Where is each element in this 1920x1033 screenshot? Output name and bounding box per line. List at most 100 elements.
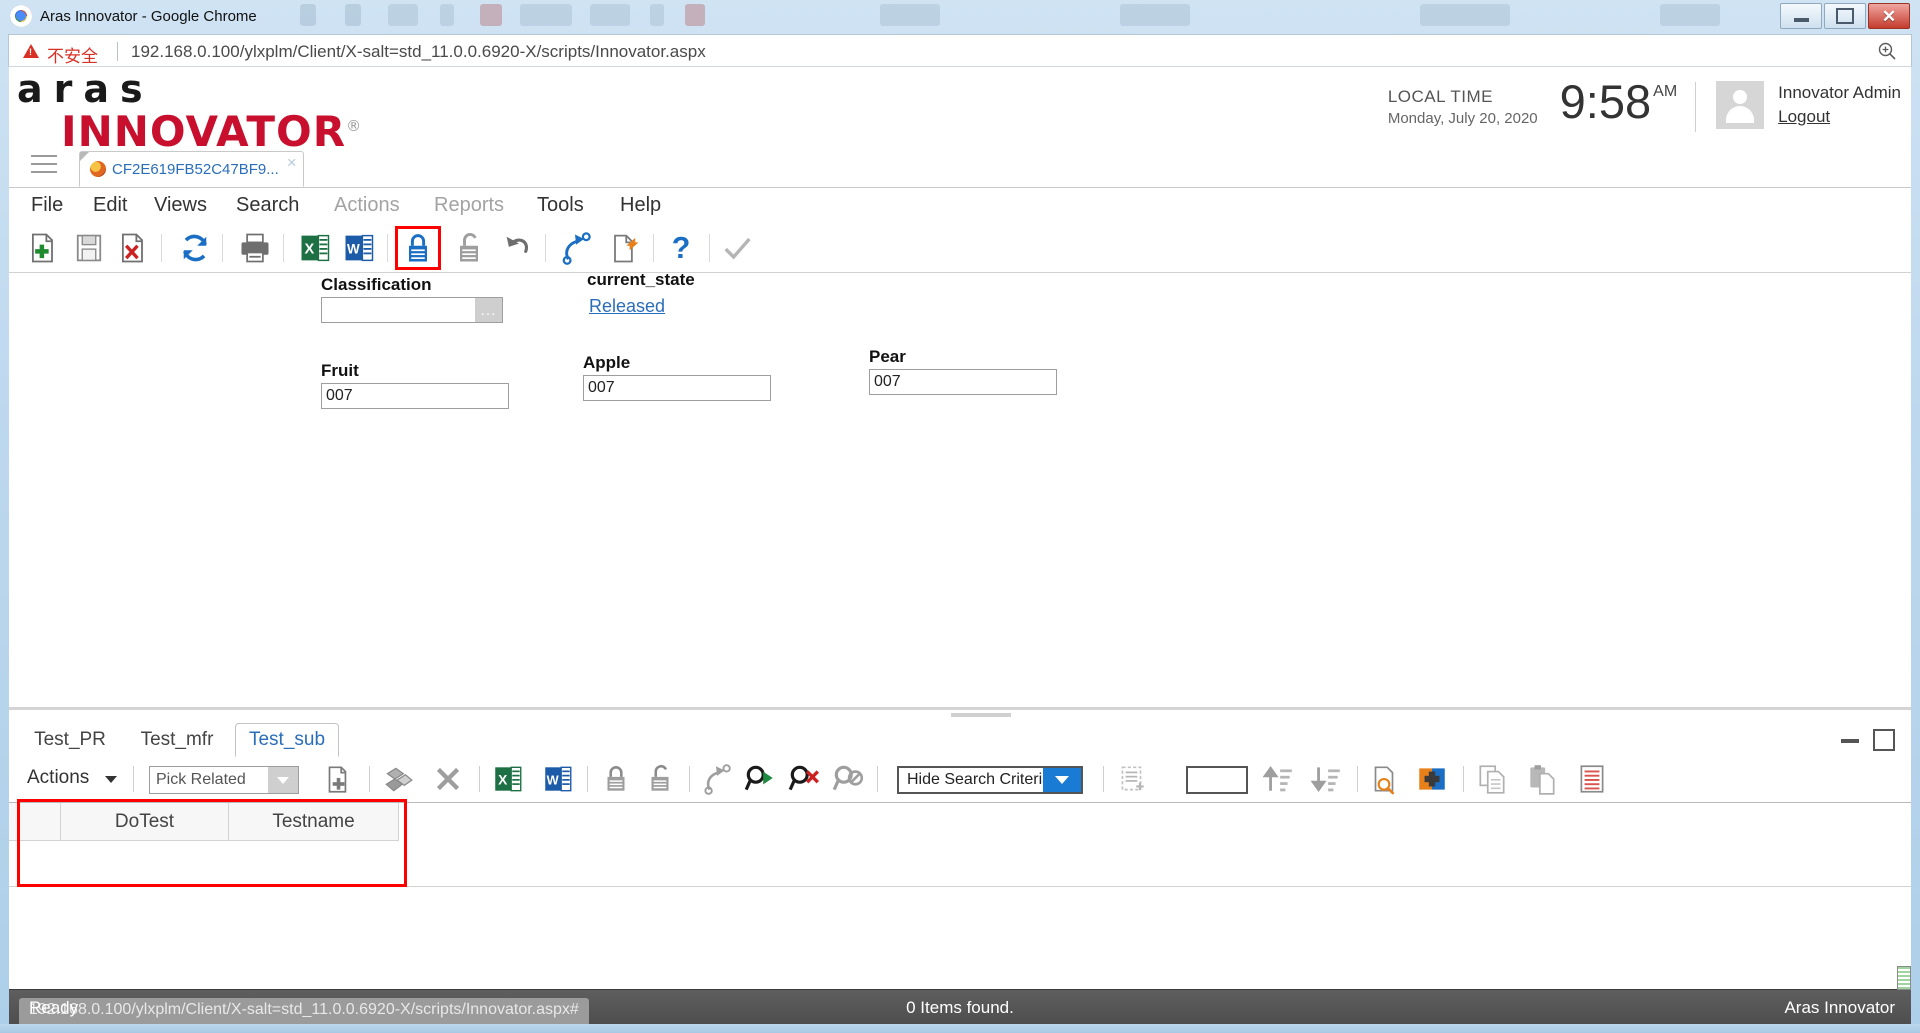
- panel-maximize-icon[interactable]: [1873, 729, 1895, 751]
- chrome-logo-icon: [10, 5, 32, 27]
- clock: 9:58 AM: [1559, 75, 1695, 128]
- promote-icon[interactable]: [557, 230, 593, 266]
- copy-version-icon[interactable]: [606, 230, 642, 266]
- select-page-icon[interactable]: [1115, 762, 1149, 796]
- item-type-icon: [90, 161, 106, 177]
- url-text[interactable]: 192.168.0.100/ylxplm/Client/X-salt=std_1…: [131, 42, 706, 62]
- refresh-icon[interactable]: [177, 230, 213, 266]
- app-root: Aras Innovator - Google Chrome ✕ 不安全 192…: [0, 0, 1920, 1033]
- lock-icon[interactable]: [599, 762, 633, 796]
- window-minimize-button[interactable]: [1780, 3, 1822, 29]
- done-check-icon[interactable]: [719, 230, 755, 266]
- tab-test-pr[interactable]: Test_PR: [25, 723, 115, 757]
- svg-text:X: X: [498, 771, 508, 787]
- window-maximize-button[interactable]: [1824, 3, 1866, 29]
- panel-minimize-icon[interactable]: [1841, 739, 1859, 743]
- paste-icon[interactable]: [1525, 762, 1559, 796]
- panel-splitter[interactable]: [9, 707, 1911, 719]
- aras-header: aras INNOVATOR® LOCAL TIME Monday, July …: [9, 67, 1911, 153]
- search-item-icon[interactable]: [1367, 762, 1401, 796]
- background-tab-ghost: [880, 4, 940, 26]
- header-divider: [1695, 82, 1697, 132]
- menu-item-actions[interactable]: Actions: [334, 194, 400, 217]
- lock-icon[interactable]: [400, 230, 436, 266]
- status-ready-text: Ready: [29, 998, 79, 1017]
- menu-item-search[interactable]: Search: [236, 194, 299, 217]
- delete-relationship-icon[interactable]: [431, 762, 465, 796]
- menu-item-help[interactable]: Help: [620, 194, 661, 217]
- menu-item-file[interactable]: File: [31, 194, 63, 217]
- background-tab-ghost: [1120, 4, 1190, 26]
- save-icon[interactable]: [71, 230, 107, 266]
- help-icon[interactable]: ?: [663, 230, 699, 266]
- export-word-icon[interactable]: W: [341, 230, 377, 266]
- relationship-actions-button[interactable]: Actions: [27, 767, 89, 789]
- edit-grid-icon[interactable]: [1575, 762, 1609, 796]
- not-secure-warning-icon: [23, 44, 39, 58]
- window-close-button[interactable]: ✕: [1868, 3, 1910, 29]
- toolbar-separator: [222, 234, 223, 262]
- undo-icon[interactable]: [501, 230, 537, 266]
- window-bottom-edge: [0, 1024, 1920, 1033]
- create-relationship-icon[interactable]: [321, 762, 355, 796]
- background-tab-ghost: [1660, 4, 1720, 26]
- apple-input[interactable]: [583, 375, 771, 401]
- delete-item-icon[interactable]: [115, 230, 151, 266]
- fruit-input[interactable]: [321, 383, 509, 409]
- sort-descending-icon[interactable]: [1309, 762, 1343, 796]
- browser-url-bar[interactable]: 不安全 192.168.0.100/ylxplm/Client/X-salt=s…: [8, 34, 1912, 67]
- page-size-input[interactable]: [1186, 766, 1248, 794]
- pick-related-arrow-icon[interactable]: [268, 767, 298, 793]
- toolbar-separator: [709, 234, 710, 262]
- chevron-down-icon[interactable]: [105, 776, 117, 783]
- main-toolbar: X W ?: [9, 224, 1911, 273]
- classification-input[interactable]: [321, 297, 476, 323]
- promote-icon[interactable]: [699, 762, 733, 796]
- clear-search-icon[interactable]: [787, 762, 821, 796]
- toolbar-separator: [545, 234, 546, 262]
- menu-item-views[interactable]: Views: [154, 194, 207, 217]
- current-state-label: current_state: [587, 270, 695, 289]
- classification-picker-button[interactable]: ...: [475, 297, 503, 323]
- scrollbar-thumb[interactable]: [1897, 966, 1911, 990]
- sort-ascending-icon[interactable]: [1261, 762, 1295, 796]
- toolbar-separator: [653, 234, 654, 262]
- related-items-icon[interactable]: [381, 762, 415, 796]
- print-icon[interactable]: [237, 230, 273, 266]
- unlock-icon[interactable]: [451, 230, 487, 266]
- avatar[interactable]: [1716, 81, 1765, 129]
- splitter-grip[interactable]: [951, 713, 1011, 717]
- copy-icon[interactable]: [1475, 762, 1509, 796]
- hide-search-criteria-dropdown[interactable]: Hide Search Criteria: [897, 766, 1083, 794]
- svg-text:?: ?: [672, 232, 691, 265]
- menu-item-edit[interactable]: Edit: [93, 194, 127, 217]
- zoom-in-icon[interactable]: [1877, 41, 1897, 61]
- menu-item-reports[interactable]: Reports: [434, 194, 504, 217]
- export-excel-icon[interactable]: X: [297, 230, 333, 266]
- export-excel-icon[interactable]: X: [491, 762, 525, 796]
- document-tab[interactable]: CF2E619FB52C47BF9... ×: [79, 151, 304, 187]
- close-icon[interactable]: ×: [287, 153, 297, 173]
- add-item-icon[interactable]: [1415, 762, 1449, 796]
- pick-related-dropdown[interactable]: Pick Related: [149, 766, 299, 794]
- tab-test-sub[interactable]: Test_sub: [235, 723, 339, 757]
- new-item-icon[interactable]: [25, 230, 61, 266]
- pear-input[interactable]: [869, 369, 1057, 395]
- pick-related-label: Pick Related: [156, 771, 246, 788]
- export-word-icon[interactable]: W: [541, 762, 575, 796]
- toolbar-separator: [587, 766, 588, 792]
- hamburger-menu-icon[interactable]: [31, 155, 57, 175]
- toolbar-separator: [689, 766, 690, 792]
- clock-time: 9:58: [1559, 75, 1652, 128]
- svg-text:X: X: [305, 242, 315, 258]
- logout-link[interactable]: Logout: [1778, 107, 1901, 127]
- run-search-icon[interactable]: [743, 762, 777, 796]
- classification-label: Classification: [321, 275, 432, 294]
- menu-item-tools[interactable]: Tools: [537, 194, 584, 217]
- hide-search-criteria-label: Hide Search Criteria: [907, 771, 1052, 788]
- tab-test-mfr[interactable]: Test_mfr: [127, 723, 227, 757]
- disable-search-icon[interactable]: [831, 762, 865, 796]
- hide-search-criteria-arrow-icon[interactable]: [1043, 768, 1081, 792]
- current-state-value[interactable]: Released: [589, 296, 665, 317]
- unlock-icon[interactable]: [643, 762, 677, 796]
